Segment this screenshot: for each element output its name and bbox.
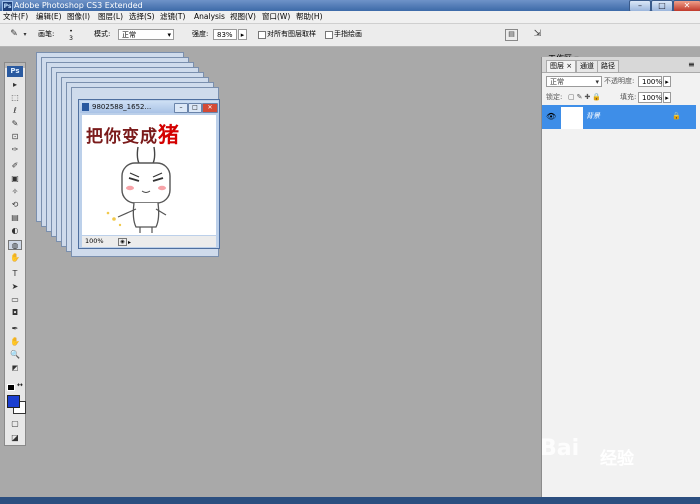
menu-filter[interactable]: 滤镜(T) [160,11,185,23]
lock-icon: 🔒 [672,112,681,120]
eraser-tool-icon[interactable]: ▤ [8,213,22,223]
sample-all-layers-label: 对所有图层取样 [267,30,316,38]
chevron-down-icon: ▾ [595,78,599,86]
magic-wand-tool-icon[interactable]: ✎ [8,119,22,129]
eye-visibility-icon[interactable]: 👁 [546,111,556,122]
document-window[interactable]: 9802588_1652... – □ ✕ 把你变成猪 100% ◉ ▸ [78,99,220,249]
status-arrow-icon[interactable]: ▸ [128,237,131,248]
crop-tool-icon[interactable]: ⊡ [8,132,22,142]
document-title-bar[interactable]: 9802588_1652... – □ ✕ [80,101,218,113]
lock-label: 锁定: [546,93,563,101]
brush-tool-icon[interactable]: ▣ [8,174,22,184]
menu-help[interactable]: 帮助(H) [296,11,323,23]
layer-name[interactable]: 背景 [586,111,600,122]
window-title: Adobe Photoshop CS3 Extended [14,1,143,10]
ps-logo-icon[interactable]: Ps [7,66,23,77]
tab-paths[interactable]: 路径 [597,60,619,72]
eyedropper-tool-icon[interactable]: ✋ [8,337,22,347]
tool-preset-dropdown-icon[interactable]: ▾ [22,29,28,40]
zoom-level[interactable]: 100% [85,236,104,247]
foreground-color-swatch[interactable] [7,395,20,408]
slice-tool-icon[interactable]: ✑ [8,145,22,155]
doc-minimize-button[interactable]: – [174,103,188,113]
tab-layers[interactable]: 图层 × [546,60,577,72]
rectangle-tool-icon[interactable]: ◘ [8,308,22,318]
blend-mode-select[interactable]: 正常 ▾ [546,76,602,87]
move-tool-icon[interactable]: ▸ [8,80,22,90]
panel-tabs: 图层 × 通道 路径 ≡ [542,57,700,73]
lasso-tool-icon[interactable]: ℓ [8,106,22,116]
menu-analysis[interactable]: Analysis [194,11,225,23]
bridge-icon[interactable]: ⇲ [532,29,543,40]
title-bar: Ps Adobe Photoshop CS3 Extended – □ ✕ [0,0,700,12]
windows-taskbar [0,497,700,504]
menu-file[interactable]: 文件(F) [3,11,28,23]
gradient-tool-icon[interactable]: ◐ [8,226,22,236]
finger-painting-checkbox[interactable] [325,31,333,39]
swap-colors-icon[interactable]: ↔ [17,381,23,389]
smudge-tool-icon[interactable]: ◍ [8,240,22,250]
notes-tool-icon[interactable]: ✒ [8,324,22,334]
healing-brush-tool-icon[interactable]: ✐ [8,161,22,171]
mode-select[interactable]: 正常 ▾ [118,29,174,40]
opacity-label: 不透明度: [604,77,635,85]
lock-options-icon[interactable]: ▢✎✚🔒 [568,92,603,103]
smudge-tool-icon[interactable]: ✎ [8,29,20,40]
menu-view[interactable]: 视图(V) [230,11,256,23]
palette-well-icon[interactable]: ▤ [505,29,518,41]
document-status-bar: 100% ◉ ▸ [82,236,216,247]
path-selection-tool-icon[interactable]: ▭ [8,295,22,305]
menu-bar: 文件(F) 编辑(E) 图像(I) 图层(L) 选择(S) 滤镜(T) Anal… [0,11,700,24]
document-name: 9802588_1652... [92,103,152,111]
opacity-slider-toggle[interactable]: ▸ [663,76,671,87]
strength-label: 强度: [192,30,209,38]
strength-slider-toggle[interactable]: ▸ [238,29,247,40]
marquee-tool-icon[interactable]: ⬚ [8,93,22,103]
brush-dot-icon: • [69,28,73,35]
finger-painting-label: 手指绘画 [334,30,362,38]
default-colors-icon[interactable] [7,384,15,391]
fill-input[interactable]: 100% [638,92,662,103]
quick-mask-icon[interactable]: ▢ [8,419,22,429]
dodge-tool-icon[interactable]: ✋ [8,253,22,263]
panel-menu-icon[interactable]: ≡ [688,60,695,69]
doc-close-button[interactable]: ✕ [202,103,218,113]
chevron-down-icon: ▾ [167,31,171,39]
cartoon-rabbit-illustration [106,146,171,233]
menu-layer[interactable]: 图层(L) [98,11,123,23]
brush-size-value: 3 [69,35,73,42]
tab-channels[interactable]: 通道 [576,60,598,72]
image-canvas[interactable]: 把你变成猪 [82,115,216,235]
brush-picker[interactable]: • 3 [60,28,82,42]
menu-edit[interactable]: 编辑(E) [36,11,62,23]
blend-mode-value: 正常 [550,78,564,86]
brush-label: 画笔: [38,30,55,38]
history-brush-tool-icon[interactable]: ⟲ [8,200,22,210]
screen-mode-icon[interactable]: ◪ [8,433,22,443]
baidu-watermark: Bai [540,436,580,461]
menu-image[interactable]: 图像(I) [67,11,90,23]
mode-label: 模式: [94,30,111,38]
mode-value: 正常 [122,31,136,39]
strength-input[interactable]: 83% [213,29,237,40]
baidu-watermark-cn: 经验 [600,449,634,469]
status-info-icon[interactable]: ◉ [118,238,127,246]
doc-maximize-button[interactable]: □ [188,103,202,113]
opacity-input[interactable]: 100% [638,76,662,87]
sample-all-layers-checkbox[interactable] [258,31,266,39]
layer-thumbnail [561,107,583,129]
toolbox: Ps ▸ ⬚ ℓ ✎ ⊡ ✑ ✐ ▣ ✧ ⟲ ▤ ◐ ◍ ✋ T ➤ ▭ ◘ ✒… [4,62,26,446]
layer-row-background[interactable]: 👁 背景 🔒 [542,105,696,129]
zoom-tool-icon[interactable]: ◩ [8,363,22,373]
menu-window[interactable]: 窗口(W) [262,11,290,23]
pen-tool-icon[interactable]: T [8,269,22,279]
fill-label: 填充: [620,93,637,101]
hand-tool-icon[interactable]: 🔍 [8,350,22,360]
type-tool-icon[interactable]: ➤ [8,282,22,292]
fill-slider-toggle[interactable]: ▸ [663,92,671,103]
clone-stamp-tool-icon[interactable]: ✧ [8,187,22,197]
options-bar: ✎ ▾ 画笔: • 3 模式: 正常 ▾ 强度: 83% ▸ 对所有图层取样 手… [0,24,700,63]
menu-select[interactable]: 选择(S) [129,11,155,23]
ps-document-icon [82,103,89,111]
